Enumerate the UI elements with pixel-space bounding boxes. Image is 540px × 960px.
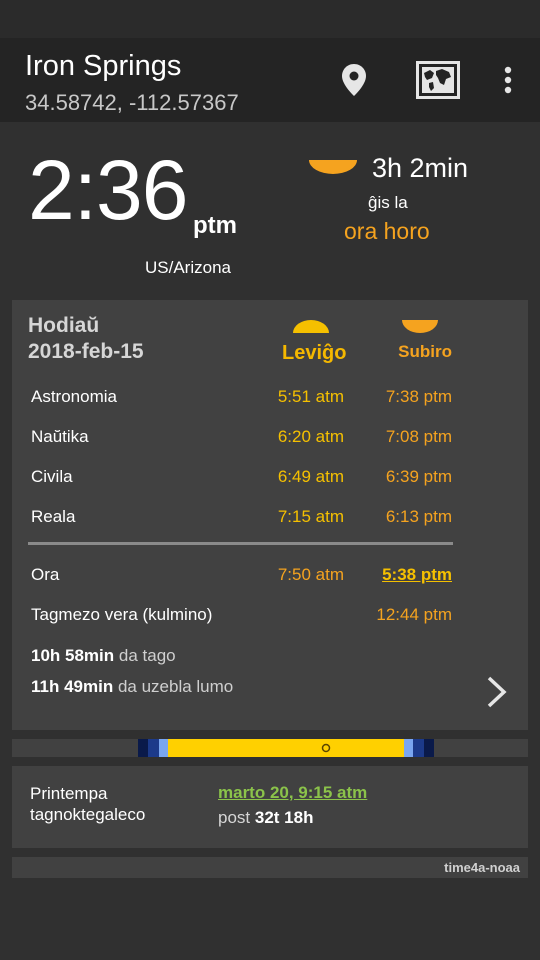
timeline-day-segment [168, 739, 404, 757]
golden-hour-set[interactable]: 5:38 ptm [382, 565, 452, 585]
daylight-timeline [12, 739, 528, 757]
equinox-card[interactable]: Printempa tagnoktegaleco marto 20, 9:15 … [12, 766, 528, 848]
location-pin-icon[interactable] [332, 58, 376, 102]
equinox-countdown-value: 32t 18h [254, 808, 314, 827]
sunset-icon [309, 160, 357, 174]
status-bar [0, 0, 540, 38]
location-coords: 34.58742, -112.57367 [25, 90, 239, 115]
data-source-label: time4a-noaa [444, 860, 520, 875]
day-length: 10h 58min da tago [31, 646, 176, 666]
current-time-ampm: ptm [193, 212, 237, 239]
twilight-label-astronomical: Astronomia [31, 387, 117, 406]
table-divider [28, 542, 453, 545]
twilight-set-astronomical: 7:38 ptm [385, 387, 452, 406]
sunset-header-icon [402, 320, 438, 333]
overflow-menu-icon[interactable] [486, 58, 530, 102]
light-length-suffix: da uzebla lumo [117, 677, 234, 696]
equinox-countdown: post 32t 18h [218, 808, 313, 828]
rise-column-header: Leviĝo [282, 342, 347, 364]
twilight-rise-actual: 7:15 atm [277, 507, 344, 526]
twilight-rise-nautical: 6:20 atm [277, 427, 344, 446]
today-card[interactable]: Hodiaŭ 2018-feb-15 Leviĝo Subiro Astrono… [12, 300, 528, 730]
location-name[interactable]: Iron Springs [25, 50, 181, 83]
golden-hour-rise: 7:50 atm [277, 565, 344, 584]
equinox-label: Printempa tagnoktegaleco [30, 783, 145, 825]
location-pin-icon-graphic [342, 64, 366, 96]
day-length-value: 10h 58min [31, 646, 115, 665]
countdown-remaining: 3h 2min [372, 153, 469, 183]
current-time: 2:36 [28, 143, 188, 237]
twilight-rise-civil: 6:49 atm [277, 467, 344, 486]
today-date: 2018-feb-15 [28, 340, 144, 363]
twilight-label-civil: Civila [31, 467, 73, 486]
sunrise-icon [293, 320, 329, 333]
today-label: Hodiaŭ [28, 314, 100, 337]
twilight-set-civil: 6:39 ptm [385, 467, 452, 486]
daylight-timeline-bar [138, 739, 434, 757]
solar-noon-value: 12:44 ptm [376, 605, 452, 624]
timezone-label: US/Arizona [145, 258, 231, 277]
twilight-label-nautical: Naŭtika [31, 427, 89, 446]
golden-hour-label: Ora [31, 565, 60, 584]
twilight-rise-astronomical: 5:51 atm [277, 387, 344, 406]
equinox-countdown-prefix: post [218, 808, 251, 827]
equinox-label-line2: tagnoktegaleco [30, 805, 146, 824]
data-source-credit: time4a-noaa [12, 857, 528, 878]
twilight-set-nautical: 7:08 ptm [385, 427, 452, 446]
twilight-set-actual: 6:13 ptm [385, 507, 452, 526]
countdown-event[interactable]: ora horo [344, 218, 430, 245]
chevron-right-icon[interactable] [482, 672, 512, 712]
toolbar: Iron Springs 34.58742, -112.57367 [0, 38, 540, 122]
countdown-until-label: ĝis la [368, 193, 408, 212]
equinox-label-line1: Printempa [30, 784, 108, 803]
solar-noon-label: Tagmezo vera (kulmino) [31, 605, 213, 624]
light-length: 11h 49min da uzebla lumo [31, 677, 233, 697]
dots-vertical-icon-graphic [504, 66, 512, 94]
equinox-date-link[interactable]: marto 20, 9:15 atm [218, 783, 367, 803]
day-length-suffix: da tago [118, 646, 176, 665]
light-length-value: 11h 49min [31, 677, 114, 696]
twilight-label-actual: Reala [31, 507, 76, 526]
world-map-icon-graphic [416, 61, 460, 99]
map-icon[interactable] [416, 58, 460, 102]
set-column-header: Subiro [398, 342, 452, 361]
